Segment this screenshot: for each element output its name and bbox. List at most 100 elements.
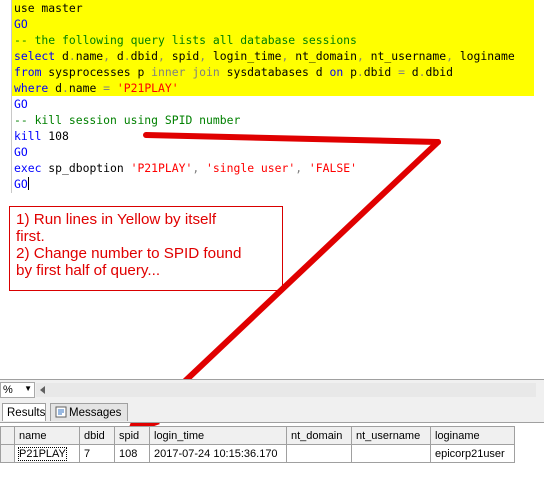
code-token: where — [14, 81, 56, 95]
code-token: , — [103, 49, 117, 63]
code-line[interactable]: from sysprocesses p inner join sysdataba… — [14, 64, 515, 80]
code-token: , — [446, 49, 460, 63]
code-token: , — [356, 49, 371, 63]
code-token: from — [14, 65, 49, 79]
row-number[interactable] — [0, 444, 15, 463]
column-header[interactable]: spid — [114, 426, 150, 445]
code-token: = — [103, 81, 117, 95]
table-cell[interactable]: epicorp21user — [430, 444, 515, 463]
code-token: 108 — [48, 129, 69, 143]
text-caret — [27, 177, 29, 190]
horizontal-scrollbar[interactable] — [36, 383, 536, 397]
code-token: . — [68, 49, 76, 63]
code-line[interactable]: GO — [14, 176, 515, 192]
code-token: GO — [14, 97, 28, 111]
column-header[interactable]: dbid — [79, 426, 115, 445]
code-token: sp_dboption — [48, 161, 131, 175]
column-header[interactable]: login_time — [149, 426, 287, 445]
code-token: GO — [14, 17, 28, 31]
instruction-text: 1) Run lines in Yellow by itself first. … — [16, 211, 242, 279]
messages-icon — [55, 406, 67, 418]
code-token: , — [281, 49, 296, 63]
table-cell[interactable]: 2017-07-24 10:15:36.170 — [149, 444, 287, 463]
code-token: -- the following query lists all databas… — [14, 33, 357, 47]
code-token: dbid — [425, 65, 453, 79]
code-token: -- kill session using SPID number — [14, 113, 241, 127]
query-editor[interactable]: use master GO -- the following query lists… — [0, 0, 544, 378]
code-token: 'FALSE' — [308, 161, 357, 175]
column-header[interactable]: loginame — [430, 426, 515, 445]
code-token: , — [192, 161, 207, 175]
code-token: on — [329, 65, 351, 79]
code-token: d — [55, 81, 63, 95]
code-token: 'P21PLAY' — [130, 161, 193, 175]
code-token: spid — [171, 49, 200, 63]
column-header[interactable]: nt_domain — [286, 426, 352, 445]
code-token: name — [75, 49, 104, 63]
table-cell[interactable] — [286, 444, 352, 463]
code-token: = — [398, 65, 412, 79]
code-token: exec — [14, 161, 49, 175]
code-line[interactable]: GO — [14, 96, 515, 112]
table-cell[interactable]: 108 — [114, 444, 150, 463]
code-token: d — [411, 65, 419, 79]
code-line[interactable]: kill 108 — [14, 128, 515, 144]
tab-messages-label: Messages — [69, 407, 122, 419]
code-token: , — [199, 49, 213, 63]
table-cell[interactable]: P21PLAY — [14, 444, 80, 463]
code-token: GO — [14, 177, 28, 191]
row-header-corner[interactable] — [0, 426, 15, 445]
table-cell[interactable] — [351, 444, 431, 463]
code-line[interactable]: -- kill session using SPID number — [14, 112, 515, 128]
code-line[interactable]: where d.name = 'P21PLAY' — [14, 80, 515, 96]
zoom-bar: % ▼ — [0, 379, 544, 400]
code-token: 'single user' — [206, 161, 296, 175]
tab-results[interactable]: Results — [2, 403, 46, 421]
table-row[interactable]: P21PLAY 7 108 2017-07-24 10:15:36.170 ep… — [0, 444, 515, 463]
code-token: nt_domain — [295, 49, 357, 63]
code-line[interactable]: GO — [14, 144, 515, 160]
code-token: kill — [14, 129, 49, 143]
tab-results-label: Results — [7, 407, 46, 419]
zoom-value: % — [3, 384, 13, 396]
code-token: GO — [14, 145, 28, 159]
code-token: 'P21PLAY' — [116, 81, 179, 95]
code-token: sysprocesses p — [48, 65, 152, 79]
code-token: loginame — [459, 49, 515, 63]
tab-messages[interactable]: Messages — [50, 403, 128, 421]
code-token: p — [350, 65, 357, 79]
code-token: select — [14, 49, 63, 63]
instruction-note: 1) Run lines in Yellow by itself first. … — [9, 206, 283, 291]
code-token: d — [62, 49, 69, 63]
chevron-down-icon: ▼ — [24, 384, 32, 393]
code-line[interactable]: GO — [14, 16, 515, 32]
code-token: , — [295, 161, 309, 175]
code-token: , — [158, 49, 172, 63]
code-token: sysdatabases d — [226, 65, 330, 79]
grid-header-row: name dbid spid login_time nt_domain nt_u… — [0, 426, 515, 445]
code-token: . — [62, 81, 69, 95]
zoom-select[interactable]: % ▼ — [0, 382, 35, 398]
code-token: name — [68, 81, 104, 95]
column-header[interactable]: nt_username — [351, 426, 431, 445]
editor-margin-line — [11, 0, 12, 193]
results-tabs: Results Messages — [0, 400, 544, 423]
code-line[interactable]: -- the following query lists all databas… — [14, 32, 515, 48]
code-token: . — [356, 65, 364, 79]
code-token: dbid — [130, 49, 159, 63]
column-header[interactable]: name — [14, 426, 80, 445]
code-token: inner join — [151, 65, 227, 79]
sql-code[interactable]: use master GO -- the following query lists… — [14, 0, 515, 192]
results-grid[interactable]: name dbid spid login_time nt_domain nt_u… — [0, 426, 544, 488]
table-cell[interactable]: 7 — [79, 444, 115, 463]
code-token: login_time — [212, 49, 282, 63]
code-token: . — [123, 49, 131, 63]
code-token: dbid — [363, 65, 399, 79]
code-token: d — [116, 49, 124, 63]
code-token: nt_username — [370, 49, 447, 63]
code-line[interactable]: use master — [14, 0, 515, 16]
code-line[interactable]: select d.name, d.dbid, spid, login_time,… — [14, 48, 515, 64]
code-line[interactable]: exec sp_dboption 'P21PLAY', 'single user… — [14, 160, 515, 176]
code-token: use master — [14, 1, 83, 15]
code-token: . — [418, 65, 426, 79]
